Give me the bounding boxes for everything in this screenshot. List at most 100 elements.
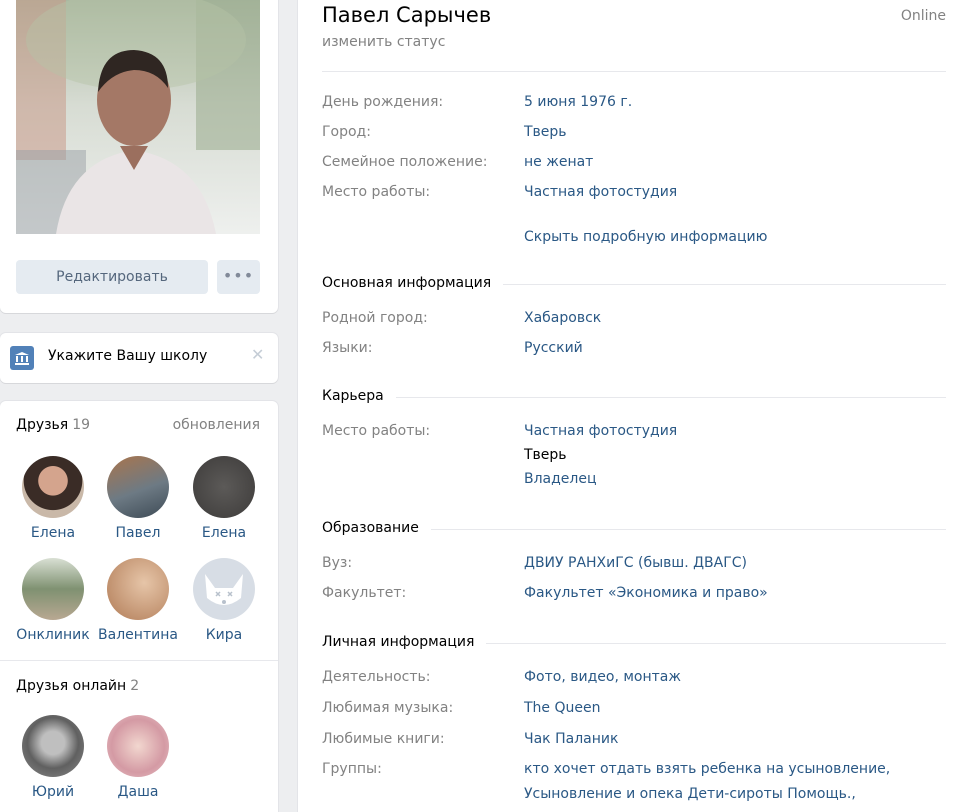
education-row-faculty: Факультет: Факультет «Экономика и право»	[322, 585, 946, 607]
deactivated-dog-icon	[205, 574, 243, 605]
career-city: Тверь	[524, 447, 567, 463]
friend-name: Елена	[201, 525, 247, 541]
info-label: Любимая музыка:	[322, 700, 454, 716]
group-link[interactable]: кто хочет отдать взять ребенка на усынов…	[524, 761, 890, 777]
friend-item[interactable]: Кира	[184, 558, 264, 643]
education-row-university: Вуз: ДВИУ РАНХиГС (бывш. ДВАГС)	[322, 555, 946, 577]
friend-avatar	[107, 456, 169, 518]
personal-row-music: Любимая музыка: The Queen	[322, 700, 946, 722]
personal-row-groups: Группы: кто хочет отдать взять ребенка н…	[322, 761, 946, 783]
career-row-position: Владелец	[322, 471, 946, 493]
friends-updates-link[interactable]: обновления	[173, 417, 260, 433]
info-label: Семейное положение:	[322, 154, 488, 170]
career-company-link[interactable]: Частная фотостудия	[524, 423, 677, 439]
section-personal: Личная информация	[322, 634, 946, 654]
info-value-link[interactable]: Хабаровск	[524, 310, 601, 326]
friend-name: Юрий	[31, 784, 75, 800]
info-label: Вуз:	[322, 555, 353, 571]
info-label: Родной город:	[322, 310, 428, 326]
info-label: Место работы:	[322, 423, 431, 439]
friend-name: Даша	[117, 784, 159, 800]
friend-avatar	[107, 558, 169, 620]
profile-info-panel: Павел Сарычев изменить статус Online Ден…	[298, 0, 960, 812]
info-row-relationship: Семейное положение: не женат	[322, 154, 946, 176]
info-label: Языки:	[322, 340, 373, 356]
friend-name: Кира	[205, 627, 243, 643]
section-title: Образование	[322, 520, 431, 536]
friends-count: 19	[72, 417, 91, 433]
info-label: Город:	[322, 124, 371, 140]
friend-online-item[interactable]: Даша	[98, 715, 178, 800]
personal-row-groups-cont: Усыновление и опека Дети-сироты Помощь.,	[322, 786, 946, 808]
friends-online-header[interactable]: Друзья онлайн 2	[16, 678, 139, 694]
friend-name: Павел	[115, 525, 161, 541]
friend-avatar	[22, 558, 84, 620]
friends-divider	[0, 660, 278, 661]
group-link[interactable]: Усыновление и опека Дети-сироты Помощь.,	[524, 786, 856, 802]
online-status: Online	[900, 8, 946, 24]
close-icon[interactable]: ✕	[251, 345, 264, 364]
info-label: Группы:	[322, 761, 382, 777]
school-building-icon	[10, 346, 34, 370]
friends-title: Друзья	[16, 417, 69, 433]
info-value-link[interactable]: The Queen	[524, 700, 600, 716]
info-value-link[interactable]: Тверь	[524, 124, 567, 140]
info-value-link[interactable]: Русский	[524, 340, 583, 356]
info-value-link[interactable]: Частная фотостудия	[524, 184, 677, 200]
section-career: Карьера	[322, 388, 946, 408]
info-label: Деятельность:	[322, 669, 431, 685]
info-row-hometown: Родной город: Хабаровск	[322, 310, 946, 332]
friend-item[interactable]: Елена	[13, 456, 93, 541]
friend-avatar	[193, 558, 255, 620]
friends-card: Друзья 19 обновления Елена Павел Елена Он…	[0, 401, 278, 812]
info-value-link[interactable]: Чак Паланик	[524, 731, 618, 747]
hide-details-link[interactable]: Скрыть подробную информацию	[524, 229, 767, 245]
friend-name: Елена	[30, 525, 76, 541]
friends-online-title: Друзья онлайн	[16, 678, 127, 694]
friend-name: Онклиник	[16, 627, 90, 643]
friend-item[interactable]: Павел	[98, 456, 178, 541]
friend-avatar	[193, 456, 255, 518]
school-prompt-card[interactable]: Укажите Вашу школу ✕	[0, 333, 278, 383]
info-label: Место работы:	[322, 184, 431, 200]
profile-name: Павел Сарычев	[322, 3, 492, 27]
friend-item[interactable]: Елена	[184, 456, 264, 541]
info-label: Любимые книги:	[322, 731, 445, 747]
left-column: Редактировать ••• Укажите Вашу школу ✕ Д…	[0, 0, 280, 812]
career-row-company: Место работы: Частная фотостудия	[322, 423, 946, 445]
friend-name: Валентина	[98, 627, 178, 643]
friend-avatar	[22, 456, 84, 518]
section-title: Карьера	[322, 388, 396, 404]
profile-photo[interactable]	[16, 0, 260, 234]
change-status-link[interactable]: изменить статус	[322, 34, 445, 50]
info-value-link[interactable]: ДВИУ РАНХиГС (бывш. ДВАГС)	[524, 555, 747, 571]
info-value-link[interactable]: Фото, видео, монтаж	[524, 669, 681, 685]
info-value-link[interactable]: 5 июня 1976 г.	[524, 94, 632, 110]
section-title: Личная информация	[322, 634, 487, 650]
info-label: День рождения:	[322, 94, 444, 110]
career-position-link[interactable]: Владелец	[524, 471, 597, 487]
info-row-city: Город: Тверь	[322, 124, 946, 146]
friend-avatar	[22, 715, 84, 777]
section-basic-info: Основная информация	[322, 275, 946, 295]
personal-row-books: Любимые книги: Чак Паланик	[322, 731, 946, 753]
info-row-languages: Языки: Русский	[322, 340, 946, 362]
section-divider	[322, 397, 946, 398]
profile-photo-card: Редактировать •••	[0, 0, 278, 313]
friend-item[interactable]: Валентина	[98, 558, 178, 643]
friends-online-count: 2	[130, 678, 140, 694]
info-row-birthday: День рождения: 5 июня 1976 г.	[322, 94, 946, 116]
info-label: Факультет:	[322, 585, 407, 601]
friends-header[interactable]: Друзья 19	[16, 417, 90, 433]
school-prompt-label: Укажите Вашу школу	[48, 348, 208, 364]
friend-item[interactable]: Онклиник	[13, 558, 93, 643]
header-divider	[322, 71, 946, 72]
more-actions-button[interactable]: •••	[217, 260, 260, 294]
friend-online-item[interactable]: Юрий	[13, 715, 93, 800]
edit-profile-button[interactable]: Редактировать	[16, 260, 208, 294]
section-education: Образование	[322, 520, 946, 540]
info-value-link[interactable]: не женат	[524, 154, 593, 170]
personal-row-activity: Деятельность: Фото, видео, монтаж	[322, 669, 946, 691]
info-row-work: Место работы: Частная фотостудия	[322, 184, 946, 206]
info-value-link[interactable]: Факультет «Экономика и право»	[524, 585, 768, 601]
